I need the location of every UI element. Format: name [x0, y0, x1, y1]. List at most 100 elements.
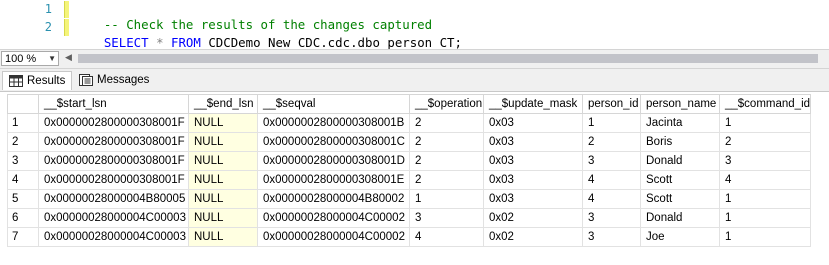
- table-row[interactable]: 6 0x00000028000004C00003 NULL 0x00000028…: [7, 208, 812, 228]
- row-number[interactable]: 3: [7, 151, 39, 171]
- table-row[interactable]: 3 0x0000002800000308001F NULL 0x00000028…: [7, 151, 812, 171]
- table-cell[interactable]: 3: [409, 208, 484, 228]
- table-cell[interactable]: 0x02: [483, 227, 583, 247]
- results-table[interactable]: __$start_lsn __$end_lsn __$seqval __$ope…: [7, 94, 812, 247]
- table-cell[interactable]: 4: [582, 170, 641, 190]
- table-cell[interactable]: NULL: [188, 208, 258, 228]
- tab-messages[interactable]: Messages: [73, 71, 155, 90]
- table-cell[interactable]: 1: [409, 189, 484, 209]
- table-cell[interactable]: 1: [582, 113, 641, 133]
- table-cell[interactable]: 0x00000028000004B80005: [38, 189, 189, 209]
- table-cell[interactable]: 0x03: [483, 151, 583, 171]
- table-cell[interactable]: 3: [582, 151, 641, 171]
- table-cell[interactable]: 0x0000002800000308001F: [38, 132, 189, 152]
- table-cell[interactable]: NULL: [188, 151, 258, 171]
- table-cell[interactable]: 0x0000002800000308001F: [38, 170, 189, 190]
- table-row[interactable]: 5 0x00000028000004B80005 NULL 0x00000028…: [7, 189, 812, 209]
- scroll-left-arrow-icon[interactable]: ◀: [65, 52, 72, 63]
- table-cell[interactable]: 0x0000002800000308001E: [257, 170, 410, 190]
- table-cell[interactable]: Joe: [640, 227, 720, 247]
- table-cell[interactable]: 0x03: [483, 170, 583, 190]
- table-cell[interactable]: 3: [718, 151, 812, 171]
- table-cell[interactable]: Scott: [640, 170, 720, 190]
- table-cell[interactable]: NULL: [188, 189, 258, 209]
- row-number[interactable]: 7: [7, 227, 39, 247]
- table-cell[interactable]: Donald: [640, 208, 720, 228]
- table-cell[interactable]: 0x0000002800000308001F: [38, 151, 189, 171]
- table-cell[interactable]: 1: [718, 189, 812, 209]
- row-number[interactable]: 5: [7, 189, 39, 209]
- table-cell[interactable]: 0x0000002800000308001F: [38, 113, 189, 133]
- table-cell[interactable]: 0x02: [483, 208, 583, 228]
- row-number[interactable]: 6: [7, 208, 39, 228]
- table-row[interactable]: 4 0x0000002800000308001F NULL 0x00000028…: [7, 170, 812, 190]
- query-editor[interactable]: 1 2 -- Check the results of the changes …: [0, 0, 829, 50]
- chevron-down-icon: ▼: [48, 54, 56, 63]
- tab-results[interactable]: Results: [2, 71, 73, 90]
- column-header[interactable]: __$command_id: [718, 94, 812, 114]
- row-number[interactable]: 1: [7, 113, 39, 133]
- table-cell[interactable]: 2: [409, 113, 484, 133]
- editor-status-strip: 100 % ▼ ◀: [0, 49, 829, 69]
- table-cell[interactable]: 1: [718, 113, 812, 133]
- column-header[interactable]: person_name: [640, 94, 720, 114]
- table-cell[interactable]: 4: [718, 170, 812, 190]
- column-header[interactable]: person_id: [582, 94, 641, 114]
- column-header[interactable]: __$seqval: [257, 94, 410, 114]
- table-cell[interactable]: 2: [409, 151, 484, 171]
- table-cell[interactable]: 3: [582, 227, 641, 247]
- zoom-value: 100 %: [5, 53, 37, 65]
- table-cell[interactable]: 0x00000028000004C00003: [38, 208, 189, 228]
- table-cell[interactable]: NULL: [188, 227, 258, 247]
- table-cell[interactable]: 0x03: [483, 189, 583, 209]
- table-cell[interactable]: 2: [582, 132, 641, 152]
- table-cell[interactable]: Jacinta: [640, 113, 720, 133]
- table-cell[interactable]: 2: [409, 170, 484, 190]
- sql-object-name: CDCDemo_New_CDC.cdc.dbo_person_CT;: [208, 35, 462, 50]
- table-row[interactable]: 2 0x0000002800000308001F NULL 0x00000028…: [7, 132, 812, 152]
- change-marker-1: [64, 1, 69, 18]
- table-cell[interactable]: 0x00000028000004C00002: [257, 227, 410, 247]
- tab-messages-label: Messages: [97, 74, 150, 86]
- table-cell[interactable]: 0x0000002800000308001B: [257, 113, 410, 133]
- table-row[interactable]: 7 0x00000028000004C00003 NULL 0x00000028…: [7, 227, 812, 247]
- horizontal-scrollbar-thumb[interactable]: [78, 54, 818, 63]
- tab-results-label: Results: [27, 75, 66, 87]
- row-number[interactable]: 2: [7, 132, 39, 152]
- table-cell[interactable]: NULL: [188, 113, 258, 133]
- line-number-2: 2: [44, 20, 52, 34]
- column-header[interactable]: __$start_lsn: [38, 94, 189, 114]
- table-cell[interactable]: 0x00000028000004B80002: [257, 189, 410, 209]
- column-header[interactable]: __$operation: [409, 94, 484, 114]
- table-cell[interactable]: Boris: [640, 132, 720, 152]
- table-cell[interactable]: 0x00000028000004C00002: [257, 208, 410, 228]
- table-cell[interactable]: 4: [582, 189, 641, 209]
- table-cell[interactable]: Scott: [640, 189, 720, 209]
- table-cell[interactable]: NULL: [188, 132, 258, 152]
- table-cell[interactable]: 0x00000028000004C00003: [38, 227, 189, 247]
- row-number-header[interactable]: [7, 94, 39, 114]
- row-number[interactable]: 4: [7, 170, 39, 190]
- table-cell[interactable]: 0x03: [483, 113, 583, 133]
- table-cell[interactable]: 1: [718, 208, 812, 228]
- column-header[interactable]: __$update_mask: [483, 94, 583, 114]
- table-cell[interactable]: NULL: [188, 170, 258, 190]
- table-cell[interactable]: 2: [718, 132, 812, 152]
- table-cell[interactable]: 2: [409, 132, 484, 152]
- table-cell[interactable]: Donald: [640, 151, 720, 171]
- table-row[interactable]: 1 0x0000002800000308001F NULL 0x00000028…: [7, 113, 812, 133]
- line-number-gutter: 1 2: [0, 0, 62, 48]
- table-cell[interactable]: 4: [409, 227, 484, 247]
- table-cell[interactable]: 1: [718, 227, 812, 247]
- table-cell[interactable]: 0x0000002800000308001C: [257, 132, 410, 152]
- header-row: __$start_lsn __$end_lsn __$seqval __$ope…: [7, 94, 812, 114]
- change-marker-2: [64, 19, 69, 36]
- zoom-dropdown[interactable]: 100 % ▼: [1, 51, 59, 66]
- column-header[interactable]: __$end_lsn: [188, 94, 258, 114]
- table-cell[interactable]: 3: [582, 208, 641, 228]
- table-cell[interactable]: 0x0000002800000308001D: [257, 151, 410, 171]
- sql-keyword-select: SELECT: [103, 35, 149, 50]
- results-grid[interactable]: __$start_lsn __$end_lsn __$seqval __$ope…: [0, 92, 829, 265]
- sql-star: *: [156, 35, 164, 50]
- table-cell[interactable]: 0x03: [483, 132, 583, 152]
